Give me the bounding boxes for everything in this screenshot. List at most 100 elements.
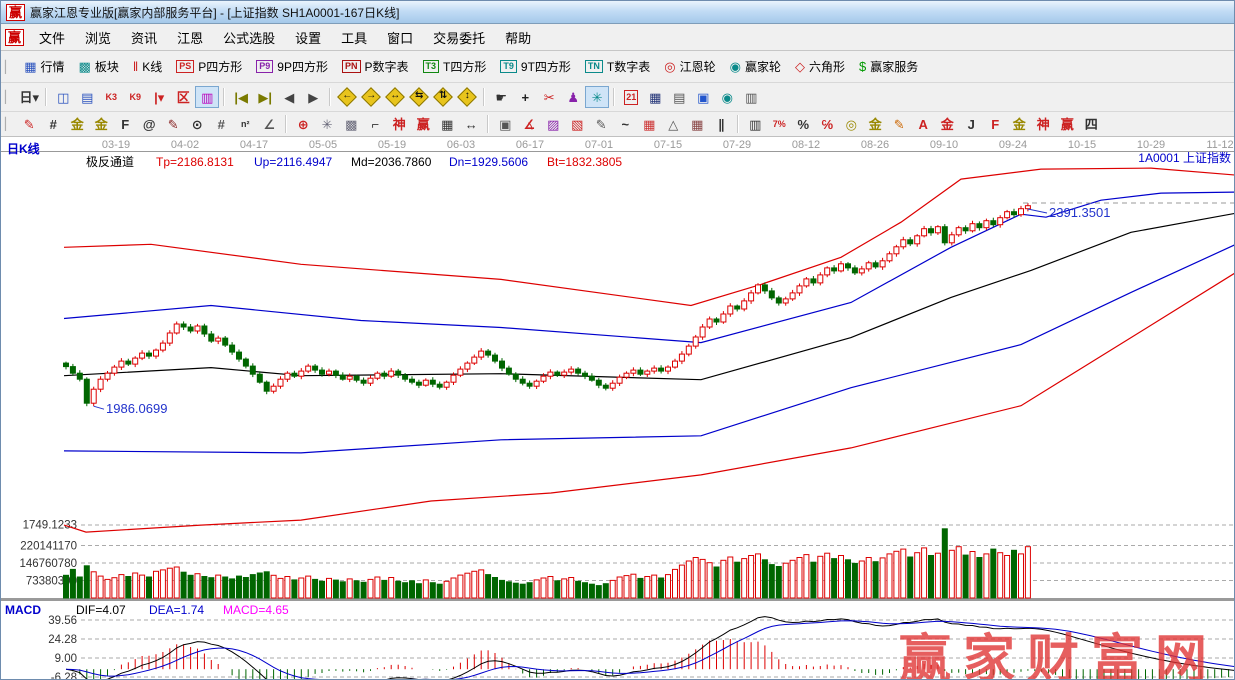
first-bar-icon[interactable]: |◀ bbox=[230, 87, 252, 107]
expand-vertical-icon[interactable]: ↕ bbox=[456, 87, 478, 107]
disc-icon[interactable]: ◉ bbox=[716, 87, 738, 107]
menu-item-8[interactable]: 交易委托 bbox=[423, 25, 495, 50]
x-axis-date: 03-19 bbox=[102, 139, 130, 151]
pencil-lines-icon[interactable]: ✎ bbox=[590, 114, 612, 134]
seven-percent-icon[interactable]: 7% bbox=[768, 114, 790, 134]
nine-t-square-button[interactable]: T99T四方形 bbox=[493, 56, 578, 77]
spiral-icon[interactable]: @ bbox=[138, 114, 160, 134]
period-day-selector[interactable]: 日▾ bbox=[18, 87, 40, 107]
gold-circle-icon[interactable]: ◎ bbox=[840, 114, 862, 134]
width-measure-icon[interactable]: ↔ bbox=[460, 114, 482, 134]
shen-tool-icon[interactable]: 神 bbox=[388, 114, 410, 134]
next-bar-icon[interactable]: ▶ bbox=[302, 87, 324, 107]
gann-box-web-icon[interactable]: ▩ bbox=[340, 114, 362, 134]
tick-chart-icon[interactable]: ◫ bbox=[52, 87, 74, 107]
winner-service-button[interactable]: $赢家服务 bbox=[852, 56, 925, 77]
gann-web-icon[interactable]: ✳ bbox=[316, 114, 338, 134]
quote-board-icon[interactable]: ▤ bbox=[76, 87, 98, 107]
gold-lines2-icon[interactable]: 金 bbox=[864, 114, 886, 134]
red-grid-icon[interactable]: ▦ bbox=[638, 114, 660, 134]
draw-pen-icon[interactable]: ✎ bbox=[18, 114, 40, 134]
stamp-icon[interactable]: ♟ bbox=[562, 87, 584, 107]
menu-item-7[interactable]: 窗口 bbox=[377, 25, 423, 50]
brush-icon[interactable]: ✎ bbox=[162, 114, 184, 134]
corner-tool-icon[interactable]: ⌐ bbox=[364, 114, 386, 134]
percent-lines-icon[interactable]: ℅ bbox=[816, 114, 838, 134]
menu-item-5[interactable]: 设置 bbox=[285, 25, 331, 50]
a-wave-icon[interactable]: A bbox=[912, 114, 934, 134]
fibonacci-lines-icon[interactable]: F bbox=[114, 114, 136, 134]
wave-check-icon[interactable]: ~ bbox=[614, 114, 636, 134]
smart-analysis-icon[interactable]: ✳ bbox=[586, 87, 608, 107]
menu-item-6[interactable]: 工具 bbox=[331, 25, 377, 50]
gann-wheel-button[interactable]: ◎江恩轮 bbox=[657, 56, 722, 77]
purple-fan-icon[interactable]: ▨ bbox=[542, 114, 564, 134]
menu-item-0[interactable]: 文件 bbox=[29, 25, 75, 50]
t-number-table-button[interactable]: TNT数字表 bbox=[578, 56, 657, 77]
square-fan-icon[interactable]: ▧ bbox=[566, 114, 588, 134]
last-bar-icon[interactable]: ▶| bbox=[254, 87, 276, 107]
toolbar-separator bbox=[285, 115, 287, 133]
triangle-dots-icon[interactable]: △ bbox=[662, 114, 684, 134]
shen-angle-icon[interactable]: 神 bbox=[1032, 114, 1054, 134]
region-stat-icon[interactable]: 区 bbox=[172, 87, 194, 107]
menu-item-9[interactable]: 帮助 bbox=[495, 25, 541, 50]
f-angle-icon[interactable]: F bbox=[984, 114, 1006, 134]
print-icon[interactable]: ▥ bbox=[740, 87, 762, 107]
crosshair-icon[interactable]: + bbox=[514, 87, 536, 107]
parallel-lines-icon[interactable]: ∥ bbox=[710, 114, 732, 134]
save-icon[interactable]: ▣ bbox=[692, 87, 714, 107]
market-quotes-button[interactable]: ▦行情 bbox=[17, 56, 71, 77]
grid-123-icon[interactable]: ▦ bbox=[436, 114, 458, 134]
memo-icon[interactable]: ▤ bbox=[668, 87, 690, 107]
compress-vertical-icon[interactable]: ⇅ bbox=[432, 87, 454, 107]
menu-item-3[interactable]: 江恩 bbox=[167, 25, 213, 50]
gold-red-icon[interactable]: 金 bbox=[936, 114, 958, 134]
ying-tool-icon[interactable]: 赢 bbox=[412, 114, 434, 134]
compress-horizontal-icon[interactable]: ⇆ bbox=[408, 87, 430, 107]
calendar-icon[interactable]: 21 bbox=[620, 87, 642, 107]
percent-icon[interactable]: % bbox=[792, 114, 814, 134]
menu-item-1[interactable]: 浏览 bbox=[75, 25, 121, 50]
shift-left-icon[interactable]: ← bbox=[336, 87, 358, 107]
macd-axis-label: 39.56 bbox=[48, 615, 77, 627]
pan-hand-icon[interactable]: ☛ bbox=[490, 87, 512, 107]
calculator-icon[interactable]: ▦ bbox=[644, 87, 666, 107]
cut-icon[interactable]: ✂ bbox=[538, 87, 560, 107]
volume-chart-icon[interactable]: ▥ bbox=[196, 87, 218, 107]
p-square-button[interactable]: PSP四方形 bbox=[169, 56, 249, 77]
si-angle-icon[interactable]: 四 bbox=[1080, 114, 1102, 134]
chart-canvas[interactable]: 03-1904-0204-1705-0505-1906-0306-1707-01… bbox=[1, 137, 1234, 680]
double-grid-icon[interactable]: ▦ bbox=[686, 114, 708, 134]
j-angle-icon[interactable]: J bbox=[960, 114, 982, 134]
menu-item-4[interactable]: 公式选股 bbox=[213, 25, 285, 50]
gold-ratio-lines-icon[interactable]: 金 bbox=[66, 114, 88, 134]
gold-section-lines-icon[interactable]: 金 bbox=[90, 114, 112, 134]
sector-board-button[interactable]: ▩板块 bbox=[72, 56, 126, 77]
prev-bar-icon[interactable]: ◀ bbox=[278, 87, 300, 107]
shift-right-icon[interactable]: → bbox=[360, 87, 382, 107]
red-fan-icon[interactable]: ∡ bbox=[518, 114, 540, 134]
angle-measure-icon[interactable]: ∠ bbox=[258, 114, 280, 134]
column-count-icon[interactable]: ▥ bbox=[744, 114, 766, 134]
nine-p-square-button[interactable]: P99P四方形 bbox=[249, 56, 335, 77]
menu-item-2[interactable]: 资讯 bbox=[121, 25, 167, 50]
expand-horizontal-icon[interactable]: ↔ bbox=[384, 87, 406, 107]
ying-angle-icon[interactable]: 赢 bbox=[1056, 114, 1078, 134]
time-lines-icon[interactable]: # bbox=[210, 114, 232, 134]
kline-button[interactable]: ‖K线 bbox=[126, 56, 169, 77]
gann-target-icon[interactable]: ⊕ bbox=[292, 114, 314, 134]
gann-clock-icon[interactable]: ⊙ bbox=[186, 114, 208, 134]
t-square-button[interactable]: T3T四方形 bbox=[416, 56, 494, 77]
winner-wheel-button[interactable]: ◉赢家轮 bbox=[723, 56, 788, 77]
kline-period-icon[interactable]: |▾ bbox=[148, 87, 170, 107]
square-n2-icon[interactable]: n² bbox=[234, 114, 256, 134]
kline-9-icon[interactable]: K9 bbox=[124, 87, 146, 107]
hexagon-button[interactable]: ◇六角形 bbox=[788, 56, 852, 77]
p-number-table-button[interactable]: PNP数字表 bbox=[335, 56, 416, 77]
gann-grid-icon[interactable]: # bbox=[42, 114, 64, 134]
flag-brush-icon[interactable]: ✎ bbox=[888, 114, 910, 134]
gold-angle-icon[interactable]: 金 bbox=[1008, 114, 1030, 134]
kline-3-icon[interactable]: K3 bbox=[100, 87, 122, 107]
box-tool-icon[interactable]: ▣ bbox=[494, 114, 516, 134]
